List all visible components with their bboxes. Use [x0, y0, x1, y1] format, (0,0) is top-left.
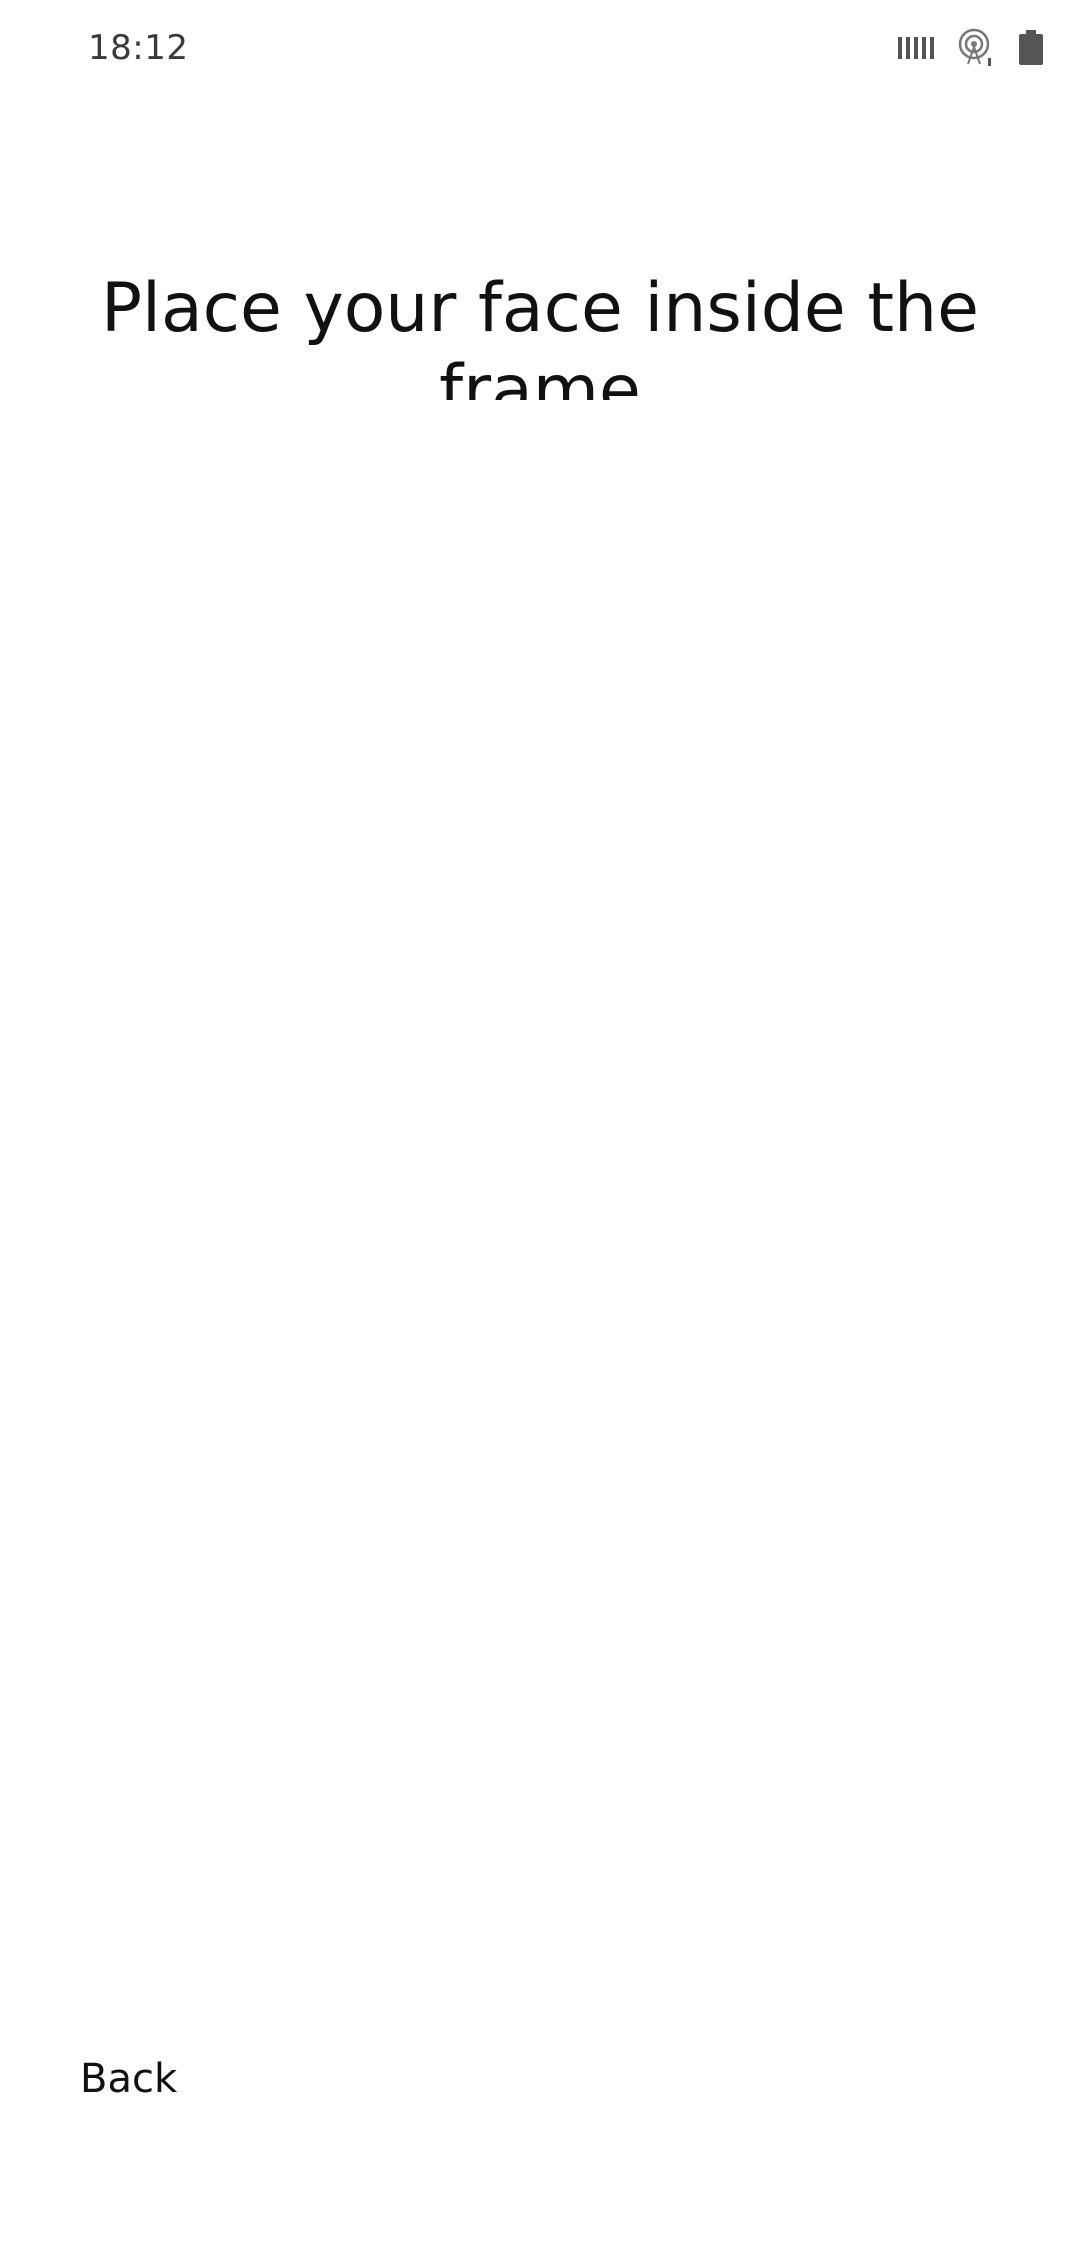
- status-time: 18:12: [88, 28, 189, 68]
- status-bar: 18:12: [0, 0, 1080, 100]
- signal-bars-icon: [898, 35, 934, 61]
- back-button[interactable]: Back: [52, 2042, 205, 2116]
- battery-icon: [1018, 30, 1044, 66]
- status-icons: [898, 26, 1044, 70]
- hotspot-icon: [956, 28, 996, 68]
- camera-preview-frame: [0, 400, 1080, 2000]
